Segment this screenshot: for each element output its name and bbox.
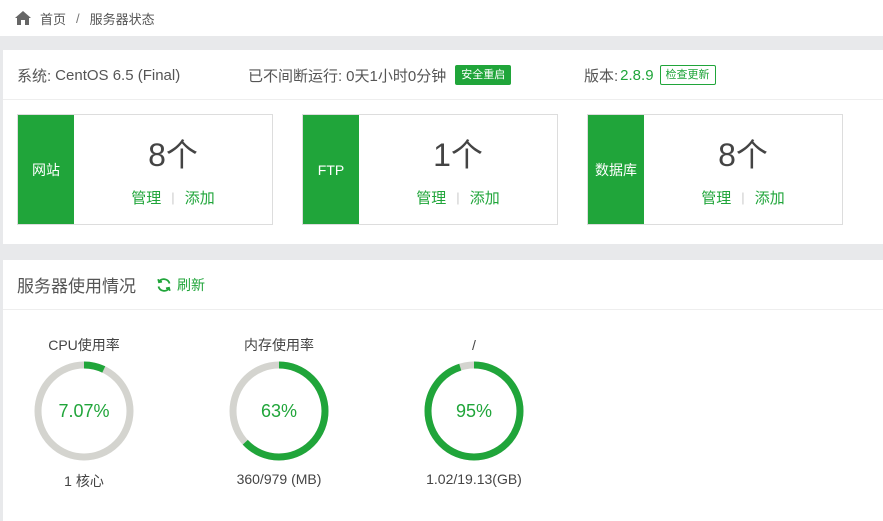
safe-restart-button[interactable]: 安全重启 bbox=[455, 65, 512, 85]
ftp-count: 1个 bbox=[433, 137, 483, 173]
memory-gauge-title: 内存使用率 bbox=[244, 337, 314, 353]
breadcrumb-home-link[interactable]: 首页 bbox=[40, 9, 66, 28]
os-label: 系统: bbox=[17, 67, 52, 85]
os-value: CentOS 6.5 (Final) bbox=[55, 66, 181, 84]
usage-title: 服务器使用情况 bbox=[17, 277, 136, 296]
database-manage-link[interactable]: 管理 bbox=[701, 187, 731, 208]
uptime-info: 已不间断运行: 0天1小时0分钟 安全重启 bbox=[248, 50, 512, 100]
memory-gauge-percent: 63% bbox=[260, 400, 298, 421]
disk-gauge: / 95% 1.02/19.13(GB) bbox=[404, 335, 544, 487]
breadcrumb: 首页 / 服务器状态 bbox=[0, 0, 883, 36]
link-divider: | bbox=[456, 190, 460, 205]
cpu-gauge-detail: 1 核心 bbox=[64, 473, 104, 489]
refresh-button[interactable]: 刷新 bbox=[156, 275, 205, 295]
website-count: 8个 bbox=[148, 137, 198, 173]
ftp-manage-link[interactable]: 管理 bbox=[416, 187, 446, 208]
cpu-gauge-ring: 7.07% bbox=[32, 359, 136, 463]
version-value: 2.8.9 bbox=[620, 66, 654, 84]
database-card-label: 数据库 bbox=[588, 115, 644, 224]
disk-gauge-detail: 1.02/19.13(GB) bbox=[426, 471, 522, 487]
breadcrumb-current: 服务器状态 bbox=[89, 11, 155, 27]
memory-gauge-detail: 360/979 (MB) bbox=[236, 471, 322, 487]
system-info-bar: 系统: CentOS 6.5 (Final) 已不间断运行: 0天1小时0分钟 … bbox=[3, 50, 883, 100]
uptime-value: 0天1小时0分钟 bbox=[346, 67, 447, 85]
refresh-label: 刷新 bbox=[177, 276, 205, 293]
ftp-add-link[interactable]: 添加 bbox=[470, 187, 500, 208]
usage-header: 服务器使用情况 刷新 bbox=[3, 260, 883, 310]
link-divider: | bbox=[171, 190, 175, 205]
ftp-card-label: FTP bbox=[303, 115, 359, 224]
usage-panel: 服务器使用情况 刷新 CPU使用率 7.07% 1 核心 内存使用率 63% 3… bbox=[3, 260, 883, 521]
website-manage-link[interactable]: 管理 bbox=[131, 187, 161, 208]
check-update-button[interactable]: 检查更新 bbox=[659, 65, 716, 85]
overview-panel: 系统: CentOS 6.5 (Final) 已不间断运行: 0天1小时0分钟 … bbox=[3, 50, 883, 244]
os-info: 系统: CentOS 6.5 (Final) bbox=[17, 50, 180, 100]
website-add-link[interactable]: 添加 bbox=[185, 187, 215, 208]
disk-gauge-percent: 95% bbox=[455, 400, 493, 421]
memory-gauge: 内存使用率 63% 360/979 (MB) bbox=[209, 335, 349, 487]
memory-gauge-ring: 63% bbox=[227, 359, 331, 463]
disk-gauge-ring: 95% bbox=[422, 359, 526, 463]
uptime-label: 已不间断运行: bbox=[248, 67, 343, 85]
version-label: 版本: bbox=[584, 67, 619, 85]
database-card: 数据库 8个 管理 | 添加 bbox=[587, 114, 843, 225]
disk-gauge-title: / bbox=[472, 337, 476, 353]
link-divider: | bbox=[741, 190, 745, 205]
cpu-gauge-title: CPU使用率 bbox=[48, 337, 120, 353]
database-count: 8个 bbox=[718, 137, 768, 173]
version-info: 版本: 2.8.9 检查更新 bbox=[584, 50, 716, 100]
cpu-gauge-percent: 7.07% bbox=[58, 400, 110, 421]
cpu-gauge: CPU使用率 7.07% 1 核心 bbox=[14, 335, 154, 491]
website-card-label: 网站 bbox=[18, 115, 74, 224]
refresh-icon bbox=[157, 277, 171, 292]
home-icon[interactable] bbox=[14, 9, 32, 27]
breadcrumb-separator: / bbox=[76, 10, 80, 26]
database-add-link[interactable]: 添加 bbox=[755, 187, 785, 208]
ftp-card: FTP 1个 管理 | 添加 bbox=[302, 114, 558, 225]
website-card: 网站 8个 管理 | 添加 bbox=[17, 114, 273, 225]
